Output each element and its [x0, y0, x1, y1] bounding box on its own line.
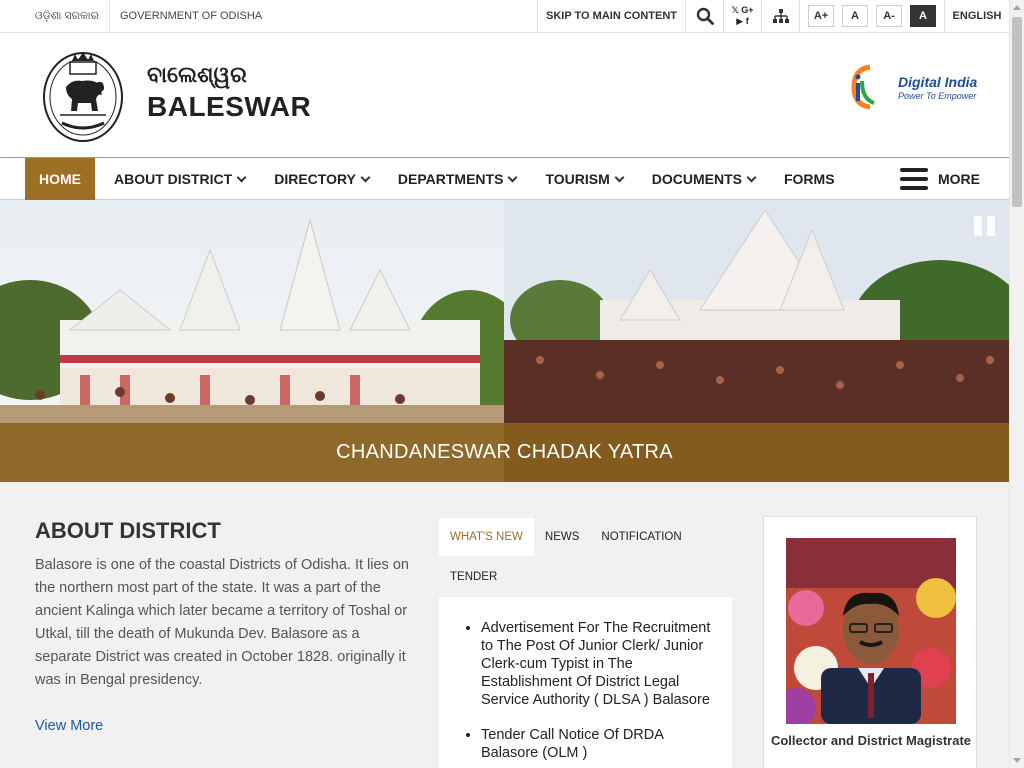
high-contrast-button[interactable]: A — [910, 5, 936, 27]
social-icon-top: 𝕏 G+ — [731, 5, 754, 15]
site-title-odia: ବାଲେଶ୍ୱର — [147, 62, 247, 87]
nav-item-label: DIRECTORY — [274, 171, 356, 187]
nav-item-documents[interactable]: DOCUMENTS — [642, 158, 765, 200]
digital-india-logo[interactable]: Digital India Power To Empower — [850, 61, 982, 115]
tab-whats-new[interactable]: WHAT'S NEW — [439, 518, 534, 556]
social-media-button[interactable]: 𝕏 G+ ▶ f — [723, 0, 761, 32]
digital-india-tagline: Power To Empower — [898, 91, 977, 101]
odia-govt-label[interactable]: ଓଡ଼ିଶା ସରକାର — [0, 0, 110, 32]
hero-slider: CHANDANESWAR CHADAK YATRA — [0, 200, 1009, 482]
vertical-scrollbar[interactable] — [1009, 0, 1024, 768]
nav-item-label: FORMS — [783, 171, 835, 187]
about-heading: ABOUT DISTRICT — [35, 518, 221, 543]
nav-menu: HOME ABOUT DISTRICT DIRECTORY DEPARTMENT… — [25, 158, 854, 200]
nav-item-home[interactable]: HOME — [25, 158, 95, 200]
view-more-link[interactable]: View More — [35, 718, 103, 734]
nav-item-departments[interactable]: DEPARTMENTS — [388, 158, 527, 200]
about-district-section: ABOUT DISTRICT Balasore is one of the co… — [35, 518, 415, 735]
news-list-panel: Advertisement For The Recruitment to The… — [439, 597, 732, 768]
nav-item-label: ABOUT DISTRICT — [114, 171, 233, 187]
nav-item-tourism[interactable]: TOURISM — [535, 158, 632, 200]
collector-title: Collector and District Magistrate — [770, 733, 972, 748]
more-label: MORE — [938, 171, 980, 187]
scroll-down-arrow-icon[interactable] — [1013, 758, 1021, 763]
social-icon-bottom: ▶ f — [736, 16, 749, 26]
skip-to-main-content-link[interactable]: SKIP TO MAIN CONTENT — [537, 0, 685, 32]
scrollbar-thumb[interactable] — [1012, 17, 1022, 207]
chevron-down-icon — [236, 172, 247, 182]
news-item[interactable]: Advertisement For The Recruitment to The… — [481, 619, 722, 709]
chevron-down-icon — [507, 172, 518, 182]
font-size-controls: A+ A A- A — [799, 0, 944, 32]
site-header: ବାଲେଶ୍ୱର BALESWAR Digital India Power To… — [0, 33, 1009, 158]
news-item[interactable]: Tender Call Notice Of DRDA Balasore (OLM… — [481, 726, 722, 762]
font-normal-button[interactable]: A — [842, 5, 868, 27]
nav-item-label: HOME — [39, 171, 81, 187]
scroll-up-arrow-icon[interactable] — [1013, 5, 1021, 10]
odisha-emblem-logo[interactable] — [42, 49, 124, 142]
main-content: ABOUT DISTRICT Balasore is one of the co… — [0, 482, 1009, 768]
digital-india-text: Digital India — [898, 74, 978, 90]
font-decrease-button[interactable]: A- — [876, 5, 902, 27]
accessibility-tools: SKIP TO MAIN CONTENT 𝕏 G+ ▶ f A+ A A- A … — [537, 0, 1009, 32]
tab-tender[interactable]: TENDER — [439, 556, 508, 597]
search-icon — [696, 7, 714, 25]
nav-item-label: DEPARTMENTS — [397, 171, 504, 187]
search-button[interactable] — [685, 0, 723, 32]
slider-pause-button[interactable] — [974, 216, 996, 238]
news-list: Advertisement For The Recruitment to The… — [459, 619, 722, 762]
collector-card: Collector and District Magistrate — [763, 516, 977, 768]
sitemap-icon — [772, 9, 789, 23]
top-utility-bar: ଓଡ଼ିଶା ସରକାର GOVERNMENT OF ODISHA SKIP T… — [0, 0, 1009, 33]
hamburger-icon — [900, 168, 928, 190]
nav-item-forms[interactable]: FORMS — [774, 158, 845, 200]
news-tabs-panel: WHAT'S NEW NEWS NOTIFICATION TENDER Adve… — [439, 518, 732, 768]
more-menu-button[interactable]: MORE — [900, 158, 980, 200]
collector-photo — [786, 538, 956, 724]
pause-icon — [974, 216, 982, 236]
main-navigation: HOME ABOUT DISTRICT DIRECTORY DEPARTMENT… — [0, 158, 1009, 200]
chevron-down-icon — [746, 172, 757, 182]
chevron-down-icon — [614, 172, 625, 182]
tab-notification[interactable]: NOTIFICATION — [590, 518, 692, 556]
sitemap-button[interactable] — [761, 0, 799, 32]
language-selector[interactable]: ENGLISH — [944, 0, 1009, 32]
nav-item-label: TOURISM — [545, 171, 610, 187]
nav-item-about-district[interactable]: ABOUT DISTRICT — [104, 158, 255, 200]
news-tab-list: WHAT'S NEW NEWS NOTIFICATION TENDER — [439, 518, 732, 597]
tab-news[interactable]: NEWS — [534, 518, 591, 556]
font-increase-button[interactable]: A+ — [808, 5, 834, 27]
govt-of-odisha-link[interactable]: GOVERNMENT OF ODISHA — [110, 0, 272, 32]
chevron-down-icon — [360, 172, 371, 182]
site-title[interactable]: BALESWAR — [147, 91, 311, 123]
govt-links: ଓଡ଼ିଶା ସରକାର GOVERNMENT OF ODISHA — [0, 0, 272, 32]
social-icon: 𝕏 G+ ▶ f — [731, 5, 753, 27]
nav-item-label: DOCUMENTS — [651, 171, 742, 187]
nav-item-directory[interactable]: DIRECTORY — [264, 158, 379, 200]
slide-caption: CHANDANESWAR CHADAK YATRA — [0, 423, 1009, 482]
about-text: Balasore is one of the coastal Districts… — [35, 557, 409, 688]
